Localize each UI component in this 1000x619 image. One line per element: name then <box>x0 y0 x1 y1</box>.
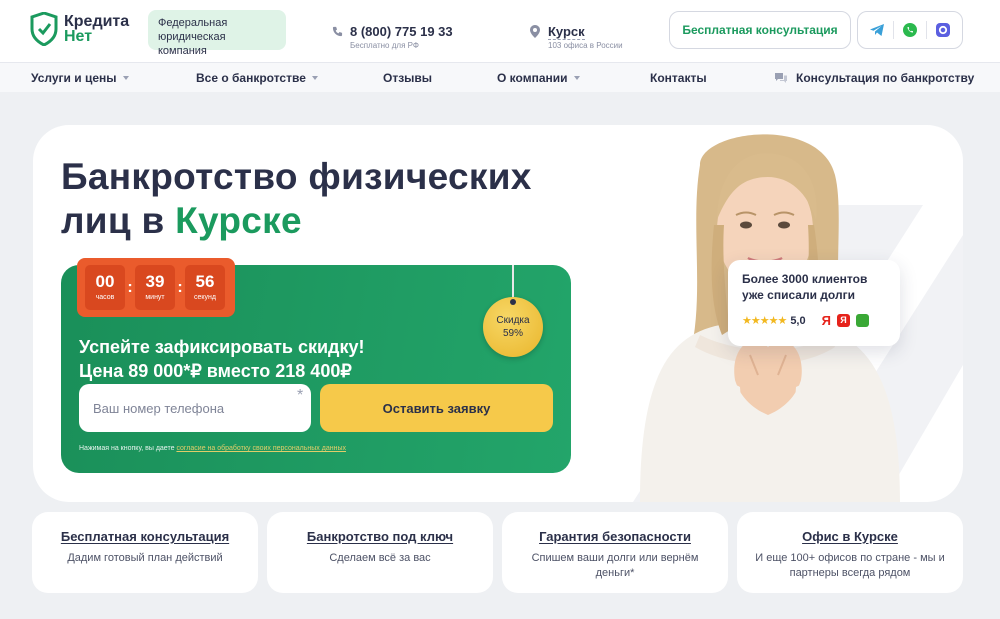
review-title: Более 3000 клиентов уже списали долги <box>742 271 886 303</box>
max-messenger-icon[interactable] <box>932 19 954 41</box>
nav-item-about-bankruptcy[interactable]: Все о банкротстве <box>196 71 318 85</box>
phone-block[interactable]: 8 (800) 775 19 33 Бесплатно для РФ <box>332 24 453 50</box>
nav-item-consultation[interactable]: Консультация по банкротству <box>774 71 974 85</box>
tag-hole <box>510 299 516 305</box>
promo-card: 00 часов : 39 минут : 56 секунд Скидка 5… <box>61 258 571 473</box>
site-header: Кредита Нет Федеральная юридическая комп… <box>0 0 1000 62</box>
page-title: Банкротство физических лиц в Курске <box>61 155 532 243</box>
review-card: Более 3000 клиентов уже списали долги ★★… <box>728 260 900 346</box>
social-links <box>857 11 963 49</box>
timer-hours-label: часов <box>95 294 115 301</box>
timer-seconds-label: секунд <box>194 294 216 301</box>
review-line-2: уже списали долги <box>742 288 855 302</box>
consent-note: Нажимая на кнопку, вы даете согласие на … <box>79 445 346 452</box>
consent-link[interactable]: согласие на обработку своих персональных… <box>176 445 346 452</box>
review-line-1: Более 3000 клиентов <box>742 272 868 286</box>
timer-hours: 00 часов <box>85 265 125 310</box>
promo-line-2: Цена 89 000*₽ вместо 218 400₽ <box>79 361 352 381</box>
timer-seconds-value: 56 <box>195 272 215 291</box>
logo[interactable]: Кредита Нет <box>30 12 129 46</box>
title-line-2-text: лиц в <box>61 200 176 241</box>
feature-title[interactable]: Гарантия безопасности <box>502 529 728 544</box>
feature-card[interactable]: Офис в Курске И еще 100+ офисов по стран… <box>737 512 963 593</box>
free-consultation-button[interactable]: Бесплатная консультация <box>669 11 851 49</box>
nav-item-label: Контакты <box>650 71 707 85</box>
countdown-timer: 00 часов : 39 минут : 56 секунд <box>77 258 235 317</box>
reviews-service-icon[interactable] <box>855 314 869 327</box>
logo-line-2: Нет <box>64 28 93 45</box>
feature-description: Дадим готовый план действий <box>67 552 223 564</box>
feature-card[interactable]: Гарантия безопасности Спишем ваши долги … <box>502 512 728 593</box>
chevron-down-icon <box>573 76 580 80</box>
nav-item-about-company[interactable]: О компании <box>497 71 580 85</box>
yandex-maps-icon[interactable]: Я <box>836 314 850 327</box>
nav-item-label: О компании <box>497 71 568 85</box>
consent-text: Нажимая на кнопку, вы даете <box>79 445 177 452</box>
feature-card[interactable]: Бесплатная консультация Дадим готовый пл… <box>32 512 258 593</box>
nav-item-label: Консультация по банкротству <box>796 71 975 85</box>
nav-item-contacts[interactable]: Контакты <box>650 71 707 85</box>
timer-minutes-label: минут <box>145 294 165 301</box>
discount-tag: Скидка 59% <box>483 297 543 357</box>
rating-row: ★★★★★ 5,0 Я Я <box>742 313 886 328</box>
whatsapp-icon[interactable] <box>899 19 921 41</box>
timer-seconds: 56 секунд <box>185 265 225 310</box>
city-selector[interactable]: Курск 103 офиса в России <box>530 24 623 50</box>
feature-title[interactable]: Бесплатная консультация <box>32 529 258 544</box>
title-line-2: лиц в Курске <box>61 199 532 243</box>
discount-label: Скидка <box>496 315 530 326</box>
required-asterisk: * <box>297 387 304 404</box>
tag-string <box>512 265 514 299</box>
chevron-down-icon <box>311 76 318 80</box>
feature-title[interactable]: Офис в Курске <box>737 529 963 544</box>
timer-minutes: 39 минут <box>135 265 175 310</box>
rating-value: 5,0 <box>790 314 806 327</box>
timer-colon: : <box>127 278 133 296</box>
feature-description: Сделаем всё за вас <box>329 552 431 564</box>
phone-icon <box>332 26 343 37</box>
nav-item-label: Услуги и цены <box>31 71 117 85</box>
social-divider <box>925 21 927 39</box>
rating-stars: ★★★★★ <box>742 315 787 327</box>
feature-description: Спишем ваши долги или вернём деньги* <box>531 552 699 579</box>
phone-input[interactable] <box>79 384 311 432</box>
phone-number[interactable]: 8 (800) 775 19 33 <box>350 24 453 39</box>
nav-item-label: Отзывы <box>383 71 433 85</box>
nav-item-services[interactable]: Услуги и цены <box>31 71 129 85</box>
nav-item-reviews[interactable]: Отзывы <box>383 71 432 85</box>
city-note: 103 офиса в России <box>548 41 623 50</box>
feature-description: И еще 100+ офисов по стране - мы и партн… <box>755 552 945 579</box>
logo-text: Кредита Нет <box>64 13 130 45</box>
title-city-accent: Курске <box>175 200 302 241</box>
chevron-down-icon <box>122 76 129 80</box>
feature-title[interactable]: Банкротство под ключ <box>267 529 493 544</box>
promo-line-1: Успейте зафиксировать скидку! <box>79 337 365 357</box>
city-name[interactable]: Курск <box>548 24 585 40</box>
submit-request-button[interactable]: Оставить заявку <box>320 384 553 432</box>
phone-note: Бесплатно для РФ <box>350 41 419 50</box>
nav-item-label: Все о банкротстве <box>196 71 306 85</box>
chat-bubble-icon <box>775 73 787 83</box>
logo-line-1: Кредита <box>64 13 130 30</box>
discount-value: 59% <box>502 328 523 339</box>
yandex-logo-icon[interactable]: Я <box>822 313 831 328</box>
timer-minutes-value: 39 <box>145 272 165 291</box>
title-line-1: Банкротство физических <box>61 156 532 197</box>
main-nav: Услуги и цены Все о банкротстве Отзывы О… <box>0 62 1000 92</box>
company-badge: Федеральная юридическая компания <box>148 10 286 57</box>
feature-card[interactable]: Банкротство под ключ Сделаем всё за вас <box>267 512 493 593</box>
shield-logo-icon <box>30 12 58 46</box>
timer-colon: : <box>177 278 183 296</box>
timer-hours-value: 00 <box>95 272 115 291</box>
location-pin-icon <box>530 25 540 38</box>
social-divider <box>893 21 895 39</box>
promo-text: Успейте зафиксировать скидку! Цена 89 00… <box>79 335 364 383</box>
telegram-icon[interactable] <box>866 19 888 41</box>
